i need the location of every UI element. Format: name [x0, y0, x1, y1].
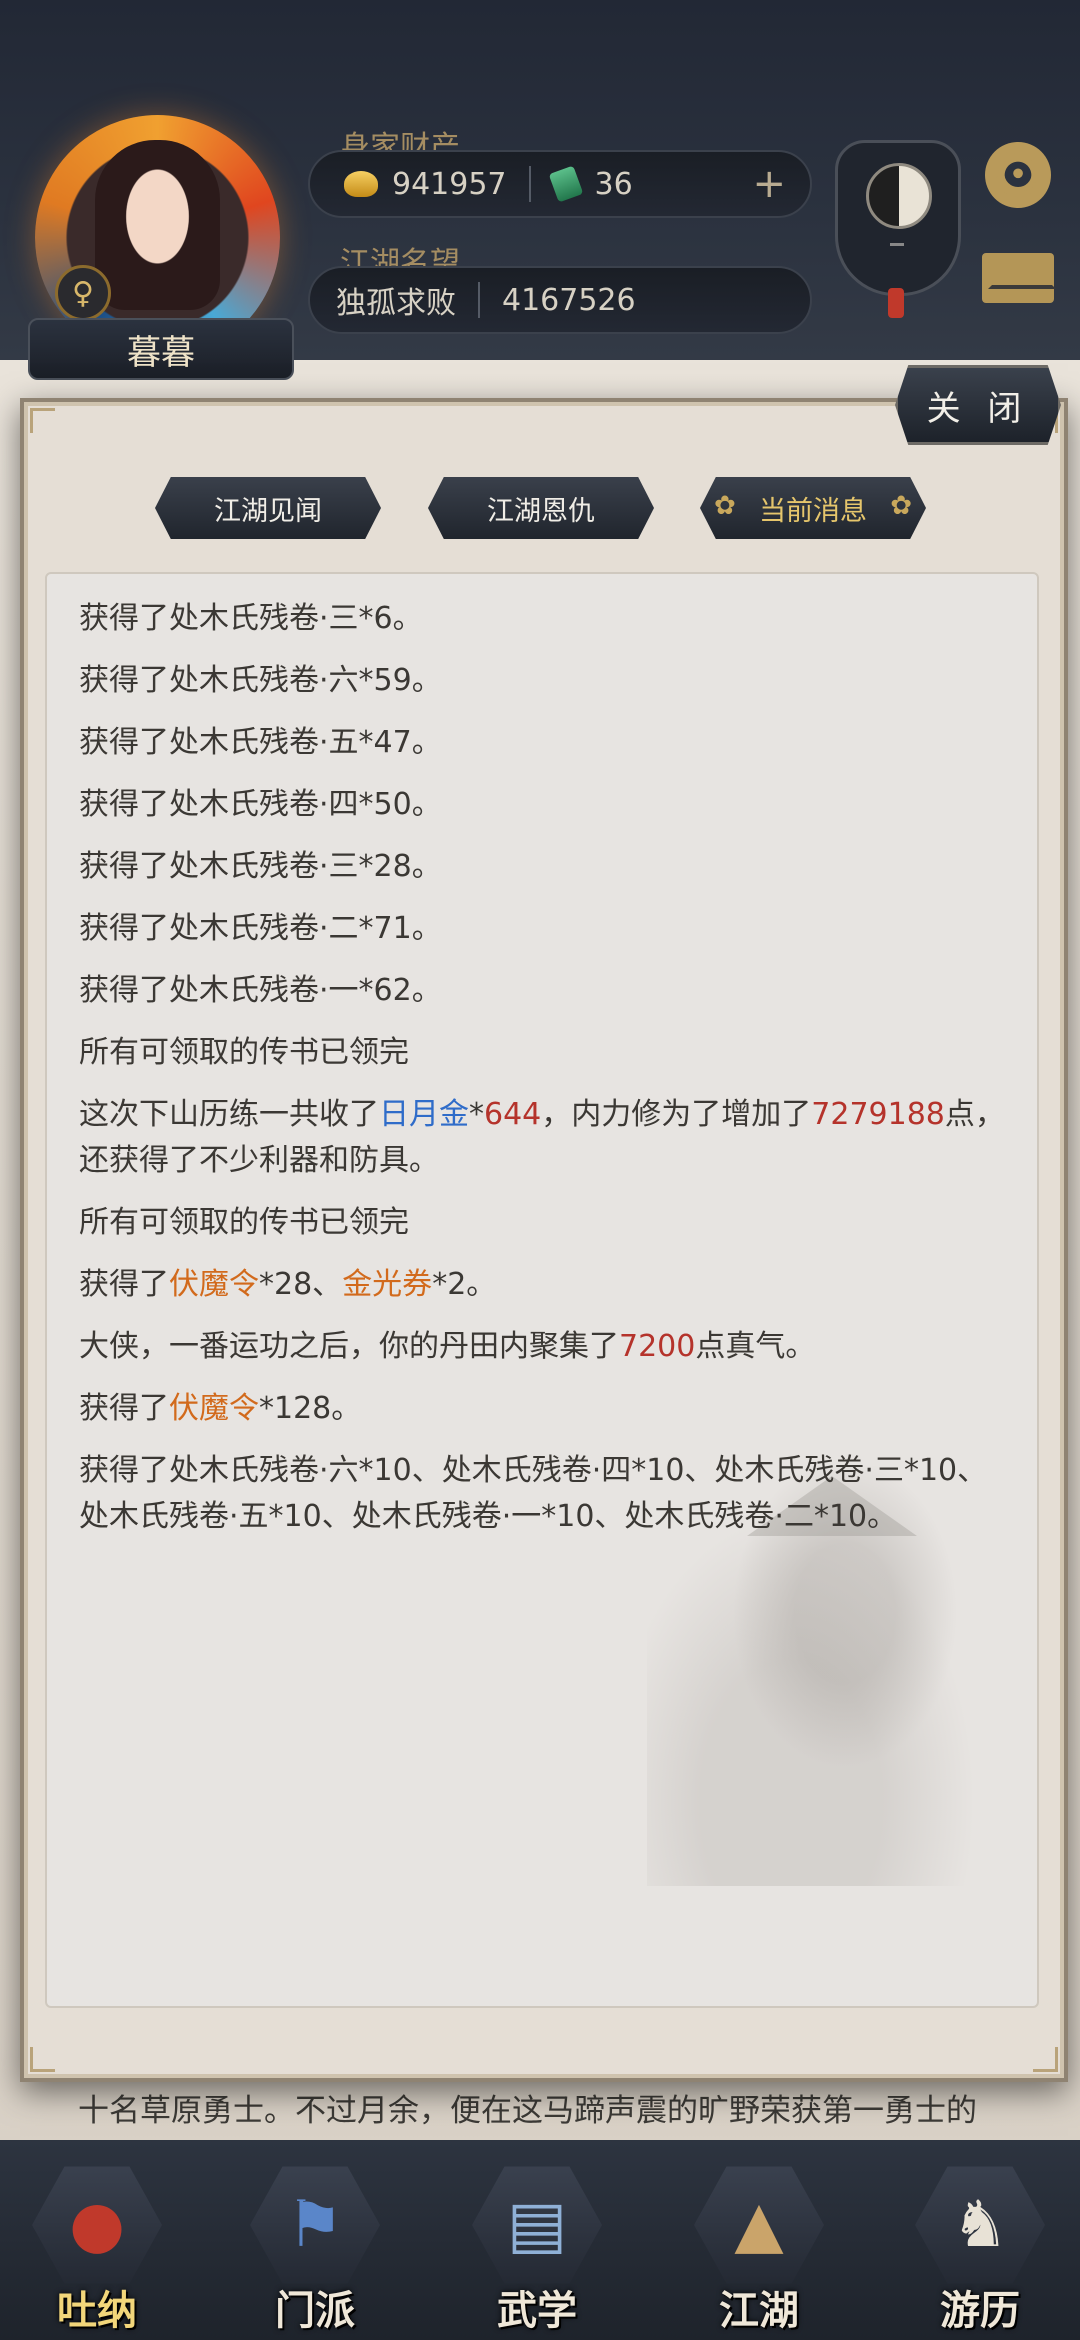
background-story-text: 十名草原勇士。不过月余，便在这马蹄声震的旷野荣获第一勇士的 [78, 2093, 977, 2129]
close-button[interactable]: 关 闭 [895, 365, 1061, 445]
message-text: ，内力修为了增加了 [541, 1097, 812, 1132]
message-item: 大侠，一番运功之后，你的丹田内聚集了7200点真气。 [79, 1324, 1009, 1370]
jade-icon [548, 165, 583, 203]
gold-amount: 941957 [392, 166, 507, 202]
reputation-title: 独孤求败 [336, 286, 456, 321]
message-list: 获得了处木氏残卷·三*6。 获得了处木氏残卷·六*59。 获得了处木氏残卷·五*47… [79, 596, 1009, 1556]
message-item: 所有可领取的传书已领完 [79, 1200, 1009, 1246]
message-text: 获得了处木氏残卷·六*59。 [79, 663, 442, 698]
reputation-divider [478, 282, 480, 318]
nav-label: 吐纳 [57, 2288, 137, 2334]
avatar[interactable] [95, 140, 220, 310]
gender-female-icon: ♀ [55, 265, 111, 321]
player-header: ♀ 身家财产 941957 36 + 江湖名望 独孤求败 4167526 ⚙ [0, 0, 1080, 360]
nav-label: 门派 [275, 2288, 355, 2334]
highlight-text: 644 [484, 1097, 542, 1132]
message-text: 获得了 [79, 1391, 169, 1426]
message-item: 获得了处木氏残卷·四*50。 [79, 782, 1009, 828]
player-name: 暮暮 [28, 318, 294, 380]
tab-jianghu-news[interactable]: 江湖见闻 [155, 477, 381, 539]
message-text: * [469, 1097, 484, 1132]
message-text: 获得了处木氏残卷·三*28。 [79, 849, 442, 884]
settings-gear-icon[interactable]: ⚙ [985, 142, 1051, 208]
mail-icon[interactable] [982, 253, 1054, 303]
add-currency-button[interactable]: + [752, 161, 786, 207]
horse-icon: ♞ [915, 2166, 1045, 2284]
nav-label: 江湖 [719, 2288, 799, 2334]
message-text: 获得了处木氏残卷·一*62。 [79, 973, 442, 1008]
tab-current-messages[interactable]: 当前消息 [700, 477, 926, 539]
message-item: 这次下山历练一共收了日月金*644，内力修为了增加了7279188点，还获得了不… [79, 1092, 1009, 1184]
message-text: 获得了处木氏残卷·五*47。 [79, 725, 442, 760]
book-icon: ▤ [472, 2166, 602, 2284]
message-text: 获得了处木氏残卷·三*6。 [79, 601, 423, 636]
message-item: 获得了处木氏残卷·五*47。 [79, 720, 1009, 766]
nav-item-tuna[interactable]: ● 吐纳 [22, 2160, 172, 2334]
message-text: *2。 [432, 1267, 497, 1302]
corner-ornament [1033, 2047, 1058, 2072]
reputation-value: 4167526 [502, 282, 636, 318]
clan-flag-icon: ⚑ [250, 2166, 380, 2284]
taiji-emblem[interactable] [835, 140, 961, 318]
message-item: 获得了伏魔令*128。 [79, 1386, 1009, 1432]
nav-item-jianghu[interactable]: ▲ 江湖 [684, 2160, 834, 2334]
highlight-text: 伏魔令 [169, 1267, 259, 1302]
message-item: 获得了处木氏残卷·六*59。 [79, 658, 1009, 704]
tassel-icon [888, 288, 904, 318]
nav-item-martial[interactable]: ▤ 武学 [462, 2160, 612, 2334]
message-text: 获得了 [79, 1267, 169, 1302]
jade-amount: 36 [594, 166, 633, 202]
nav-item-sect[interactable]: ⚑ 门派 [240, 2160, 390, 2334]
reputation-bar: 独孤求败 4167526 [308, 266, 812, 334]
monk-icon: ● [32, 2166, 162, 2284]
currency-bar: 941957 36 + [308, 150, 812, 218]
corner-ornament [30, 2047, 55, 2072]
message-text: 所有可领取的传书已领完 [79, 1035, 409, 1070]
message-item: 获得了处木氏残卷·二*71。 [79, 906, 1009, 952]
tab-jianghu-feud[interactable]: 江湖恩仇 [428, 477, 654, 539]
yinyang-icon [866, 163, 932, 229]
message-item: 获得了处木氏残卷·三*6。 [79, 596, 1009, 642]
message-text: 所有可领取的传书已领完 [79, 1205, 409, 1240]
message-text: 大侠，一番运功之后，你的丹田内聚集了 [79, 1329, 619, 1364]
highlight-text: 伏魔令 [169, 1391, 259, 1426]
message-text: 获得了处木氏残卷·四*50。 [79, 787, 442, 822]
emblem-dash [890, 243, 904, 246]
message-item: 获得了伏魔令*28、金光券*2。 [79, 1262, 1009, 1308]
message-panel[interactable]: 获得了处木氏残卷·三*6。 获得了处木氏残卷·六*59。 获得了处木氏残卷·五*47… [45, 572, 1039, 2008]
currency-divider [528, 166, 531, 202]
nav-item-travel[interactable]: ♞ 游历 [905, 2160, 1055, 2334]
bottom-nav: ● 吐纳 ⚑ 门派 ▤ 武学 ▲ 江湖 ♞ 游历 [0, 2140, 1080, 2340]
nav-label: 游历 [940, 2288, 1020, 2334]
nav-label: 武学 [497, 2288, 577, 2334]
highlight-text: 7279188 [811, 1097, 945, 1132]
gold-ingot-icon [344, 171, 378, 197]
highlight-text: 日月金 [379, 1097, 469, 1132]
message-item: 获得了处木氏残卷·三*28。 [79, 844, 1009, 890]
highlight-text: 7200 [619, 1329, 696, 1364]
message-text: 获得了处木氏残卷·二*71。 [79, 911, 442, 946]
message-text: *128。 [259, 1391, 362, 1426]
message-item: 获得了处木氏残卷·六*10、处木氏残卷·四*10、处木氏残卷·三*10、处木氏残… [79, 1448, 1009, 1540]
corner-ornament [30, 408, 55, 433]
message-text: 获得了处木氏残卷·六*10、处木氏残卷·四*10、处木氏残卷·三*10、处木氏残… [79, 1453, 988, 1534]
message-text: 点真气。 [695, 1329, 816, 1364]
straw-hat-icon: ▲ [694, 2166, 824, 2284]
message-text: 这次下山历练一共收了 [79, 1097, 379, 1132]
message-item: 获得了处木氏残卷·一*62。 [79, 968, 1009, 1014]
highlight-text: 金光券 [342, 1267, 433, 1302]
message-item: 所有可领取的传书已领完 [79, 1030, 1009, 1076]
message-text: *28、 [259, 1267, 343, 1302]
